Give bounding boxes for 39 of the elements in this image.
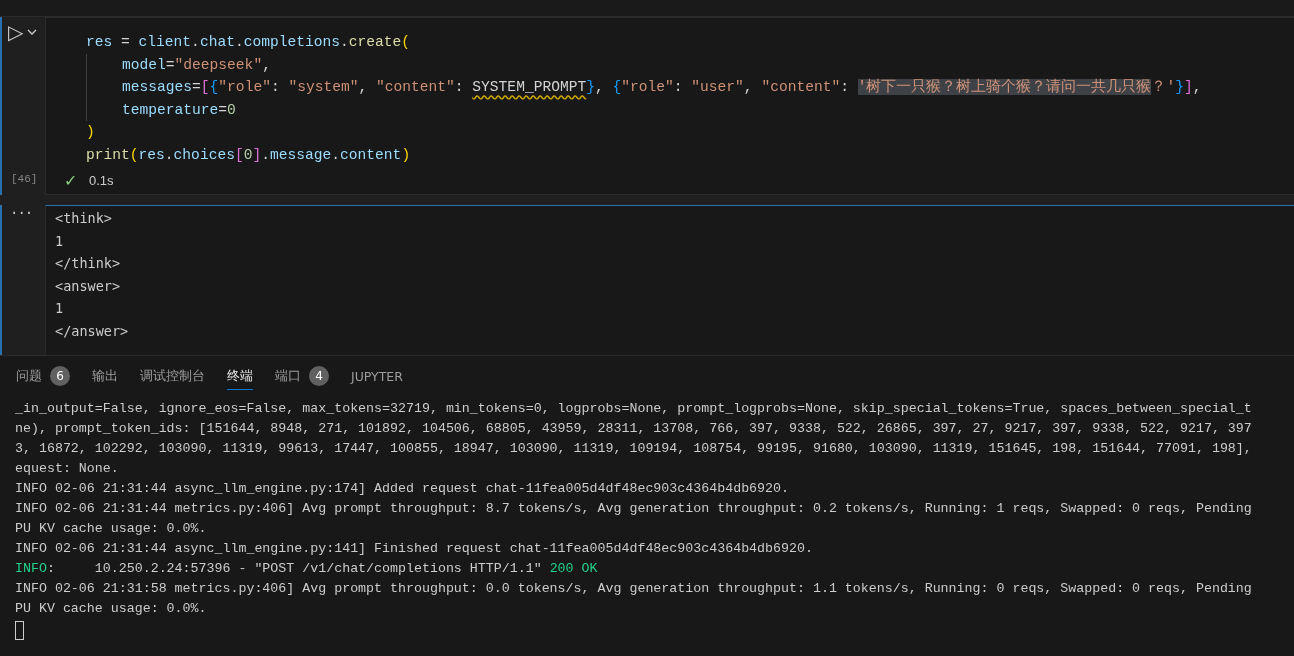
terminal-line: INFO: 10.250.2.24:57396 - "POST /v1/chat/completions HTTP/1.1" 200 OK (15, 560, 599, 578)
count-badge: 4 (309, 366, 329, 386)
code-line: model="deepseek", (122, 55, 271, 75)
code-line: messages=[{"role": "system", "content": SYSTEM_PROMPT}, {"role": "user", "content": '树下一只猴？树上骑个猴？请问一共几只猴？'}], (122, 77, 1202, 98)
terminal-line: PU KV cache usage: 0.0%. (15, 600, 208, 618)
output-line: </think> (55, 254, 122, 273)
status-icon: ✓ (64, 171, 77, 190)
code-editor[interactable] (45, 17, 1294, 195)
chevron-down-icon[interactable] (27, 29, 38, 35)
output-menu[interactable]: ··· (10, 205, 33, 221)
terminal-line: INFO 02-06 21:31:44 async_llm_engine.py:174] Added request chat-11fea005d4df48ec903c4364b4db6920. (15, 480, 790, 498)
execution-count: [46] (11, 173, 38, 185)
terminal-line: INFO 02-06 21:31:44 async_llm_engine.py:141] Finished request chat-11fea005d4df48ec903c4364b4db6920. (15, 540, 814, 558)
code-line: res = client.chat.completions.create( (86, 33, 411, 53)
panel-tab[interactable]: JUPYTER (351, 363, 403, 389)
code-line: ) (86, 123, 95, 143)
terminal-line: 3, 16872, 102292, 103090, 11319, 99613, 17447, 100855, 18947, 103090, 11319, 109194, 108754, 99195, 91680, 103090, 11319, 151645, 198, 151644, 77091, 198], (15, 440, 1253, 458)
panel-tab[interactable]: 问题 (16, 362, 42, 390)
run-button[interactable]: ▷ (8, 21, 24, 43)
terminal-line: INFO 02-06 21:31:44 metrics.py:406] Avg prompt throughput: 8.7 tokens/s, Avg generation throughput: 0.2 tokens/s, Running: 1 reqs, Swapped: 0 reqs, Pending (15, 500, 1253, 518)
count-badge: 6 (50, 366, 70, 386)
terminal-line: ne), prompt_token_ids: [151644, 8948, 271, 101892, 104506, 68805, 43959, 28311, 13708, 766, 397, 9338, 522, 26865, 397, 27, 9217, 397, 9338, 522, 9217, 397 (15, 420, 1253, 438)
code-line: print(res.choices[0].message.content) (86, 145, 411, 165)
terminal-line: INFO 02-06 21:31:58 metrics.py:406] Avg prompt throughput: 0.0 tokens/s, Avg generation throughput: 1.1 tokens/s, Running: 0 reqs, Swapped: 0 reqs, Pending (15, 580, 1253, 598)
output-line: 1 (55, 299, 65, 318)
duration: 0.1s (89, 173, 114, 188)
terminal-line: equest: None. (15, 460, 120, 478)
panel-tab[interactable]: 输出 (92, 362, 118, 390)
panel-tab[interactable]: 端口 (275, 362, 301, 390)
code-line: temperature=0 (122, 100, 236, 120)
panel-tab[interactable]: 调试控制台 (140, 362, 205, 390)
output-line: <think> (55, 209, 113, 228)
terminal-line: _in_output=False, ignore_eos=False, max_tokens=32719, min_tokens=0, logprobs=None, prompt_logprobs=None, skip_special_tokens=True, spaces_between_special_t (15, 400, 1253, 418)
terminal-line: PU KV cache usage: 0.0%. (15, 520, 208, 538)
terminal-cursor (15, 621, 24, 640)
output-line: </answer> (55, 321, 130, 341)
output-line: 1 (55, 231, 65, 251)
panel-tab[interactable]: 终端 (227, 362, 253, 390)
output-line: <answer> (55, 276, 122, 296)
